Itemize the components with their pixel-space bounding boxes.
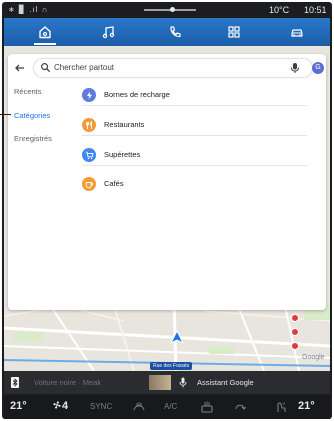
status-icons: ∗ ▊ .ıl ∩ [8, 5, 49, 14]
tab-saved[interactable]: Enregistrés [14, 134, 52, 143]
back-arrow-icon[interactable] [14, 62, 26, 74]
active-tab-indicator [34, 43, 56, 45]
now-playing-text[interactable]: Voiture noire · Meak [34, 378, 101, 387]
category-cafes[interactable]: Cafés [82, 173, 307, 195]
fan-icon [53, 401, 61, 409]
climate-bar: 21° 4 SYNC A/C 21° [4, 396, 330, 419]
microphone-icon[interactable] [179, 377, 187, 388]
bluetooth-icon [11, 377, 19, 388]
passenger-temperature[interactable]: 21° [298, 400, 315, 412]
callout-line [0, 114, 11, 115]
map-marker[interactable] [291, 314, 299, 322]
search-box[interactable]: Chercher partout G [34, 59, 324, 77]
fan-speed-value: 4 [62, 400, 69, 412]
phone-icon [170, 26, 181, 38]
media-bar: Voiture noire · Meak Assistant Google [4, 371, 330, 394]
music-note-icon [102, 26, 115, 39]
category-label: Bornes de recharge [104, 90, 170, 99]
air-recirculation-icon[interactable] [234, 401, 246, 413]
map-marker[interactable] [291, 342, 299, 350]
sync-button[interactable]: SYNC [90, 402, 112, 411]
category-restaurants[interactable]: Restaurants [82, 114, 307, 136]
tab-recents[interactable]: Récents [14, 87, 42, 96]
search-panel: Chercher partout G Récents Catégories En… [0, 54, 326, 310]
nav-home-button[interactable] [30, 21, 60, 43]
category-label: Supérettes [104, 150, 141, 159]
top-navigation-bar [4, 18, 330, 46]
search-input[interactable]: Chercher partout [54, 63, 114, 72]
shopping-cart-icon [82, 148, 96, 162]
restaurant-icon [82, 118, 96, 132]
seat-heat-icon[interactable] [274, 400, 288, 414]
ac-button[interactable]: A/C [164, 402, 177, 411]
map-marker[interactable] [291, 328, 299, 336]
nav-apps-button[interactable] [219, 21, 249, 43]
outside-temperature: 10°C [269, 5, 290, 15]
tab-categories[interactable]: Catégories [14, 111, 50, 120]
charging-station-icon [82, 88, 96, 102]
car-icon [291, 29, 303, 37]
clock: 10:51 [304, 5, 327, 15]
street-label: Rue des Fossés [150, 362, 193, 370]
coffee-cup-icon [82, 177, 96, 191]
navigation-arrow-icon [170, 330, 184, 344]
nav-phone-button[interactable] [160, 21, 190, 43]
category-convenience-stores[interactable]: Supérettes [82, 144, 307, 166]
category-label: Restaurants [104, 120, 145, 129]
microphone-icon[interactable] [290, 62, 300, 74]
screen: ∗ ▊ .ıl ∩ 10°C 10:51 Rue des Fossés Goog… [0, 0, 334, 421]
account-avatar[interactable]: G [312, 62, 324, 74]
rear-defrost-icon[interactable] [200, 400, 214, 414]
nav-music-button[interactable] [94, 21, 124, 43]
nav-car-button[interactable] [282, 21, 312, 43]
category-label: Cafés [104, 179, 124, 188]
search-icon [41, 63, 51, 73]
apps-grid-icon [228, 26, 240, 38]
volume-slider-knob[interactable] [170, 7, 175, 12]
assistant-google-button[interactable]: Assistant Google [197, 378, 254, 387]
front-defrost-icon[interactable] [132, 400, 146, 414]
home-icon [39, 26, 51, 39]
driver-temperature[interactable]: 21° [10, 400, 27, 412]
album-art[interactable] [149, 375, 171, 390]
status-bar: ∗ ▊ .ıl ∩ 10°C 10:51 [4, 4, 330, 17]
google-logo: Google [302, 354, 325, 361]
fan-speed[interactable]: 4 [52, 400, 68, 412]
category-charging-stations[interactable]: Bornes de recharge [82, 84, 307, 106]
